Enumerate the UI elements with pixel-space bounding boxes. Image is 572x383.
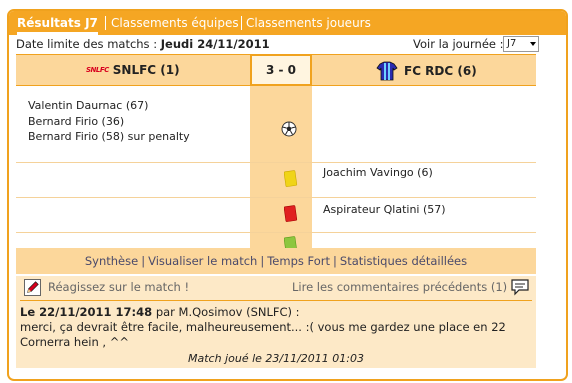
soccer-ball-icon [281, 121, 297, 137]
deadline-label: Date limite des matchs : [16, 37, 158, 51]
link-view-match[interactable]: Visualiser le match [148, 254, 257, 268]
tab-team-standings[interactable]: Classements équipes [111, 16, 239, 30]
deadline: Date limite des matchs : Jeudi 24/11/201… [16, 37, 270, 51]
tab-player-standings[interactable]: Classements joueurs [246, 16, 371, 30]
link-separator: | [141, 254, 146, 268]
link-summary[interactable]: Synthèse [85, 254, 138, 268]
comment-divider [20, 300, 532, 301]
row-divider [16, 232, 536, 233]
away-team: FC RDC (6) [376, 61, 477, 81]
jersey-icon [376, 61, 398, 81]
match-played-date: Match joué le 23/11/2011 01:03 [188, 352, 364, 365]
pencil-icon[interactable] [24, 279, 41, 296]
event-away: Aspirateur Qlatini (57) [323, 203, 446, 216]
link-detailed-stats[interactable]: Statistiques détaillées [340, 254, 467, 268]
event-home: Bernard Firio (58) sur penalty [28, 130, 190, 143]
comment-text: merci, ça devrait être facile, malheureu… [20, 320, 506, 349]
round-select[interactable]: J7 [503, 36, 539, 52]
comment-date: Le 22/11/2011 17:48 [20, 305, 153, 319]
score-header: SNLFC SNLFC (1) 3 - 0 FC RDC (6) [16, 54, 536, 86]
match-links-bar: Synthèse | Visualiser le match | Temps Fort |… [16, 248, 536, 274]
comment-author: M.Qosimov (SNLFC) : [178, 305, 300, 319]
tab-separator [241, 16, 242, 30]
event-home: Valentin Daurnac (67) [28, 99, 149, 112]
tab-results[interactable]: Résultats J7 [17, 16, 98, 35]
deadline-value: Jeudi 24/11/2011 [160, 37, 270, 51]
row-divider [16, 162, 536, 163]
react-link[interactable]: Réagissez sur le match ! [48, 280, 189, 294]
comment-header: Le 22/11/2011 17:48 par M.Qosimov (SNLFC… [20, 305, 300, 319]
link-separator: | [260, 254, 265, 268]
away-team-name: FC RDC (6) [404, 64, 477, 78]
match-score: 3 - 0 [250, 54, 312, 86]
red-card-icon [284, 205, 298, 222]
home-team-logo: SNLFC [86, 66, 109, 74]
comment-by: par [155, 305, 175, 319]
home-team-name: SNLFC (1) [112, 63, 180, 77]
link-highlights[interactable]: Temps Fort [267, 254, 330, 268]
round-select-value: J7 [507, 38, 517, 49]
row-divider [16, 197, 536, 198]
tab-separator [105, 16, 106, 30]
speech-bubble-icon[interactable] [510, 278, 530, 296]
chevron-down-icon [530, 42, 536, 46]
event-icons-column [250, 86, 312, 248]
comment-section: Réagissez sur le match ! Lire les commen… [16, 276, 536, 368]
link-separator: | [333, 254, 337, 268]
event-home: Bernard Firio (36) [28, 115, 125, 128]
home-team: SNLFC SNLFC (1) [86, 63, 256, 77]
yellow-card-icon [284, 170, 298, 187]
round-label: Voir la journée : [413, 37, 504, 51]
previous-comments-link[interactable]: Lire les commentaires précédents (1) [292, 280, 507, 294]
event-away: Joachim Vavingo (6) [323, 166, 433, 179]
tab-bar: Résultats J7 Classements équipes Classem… [9, 11, 566, 35]
